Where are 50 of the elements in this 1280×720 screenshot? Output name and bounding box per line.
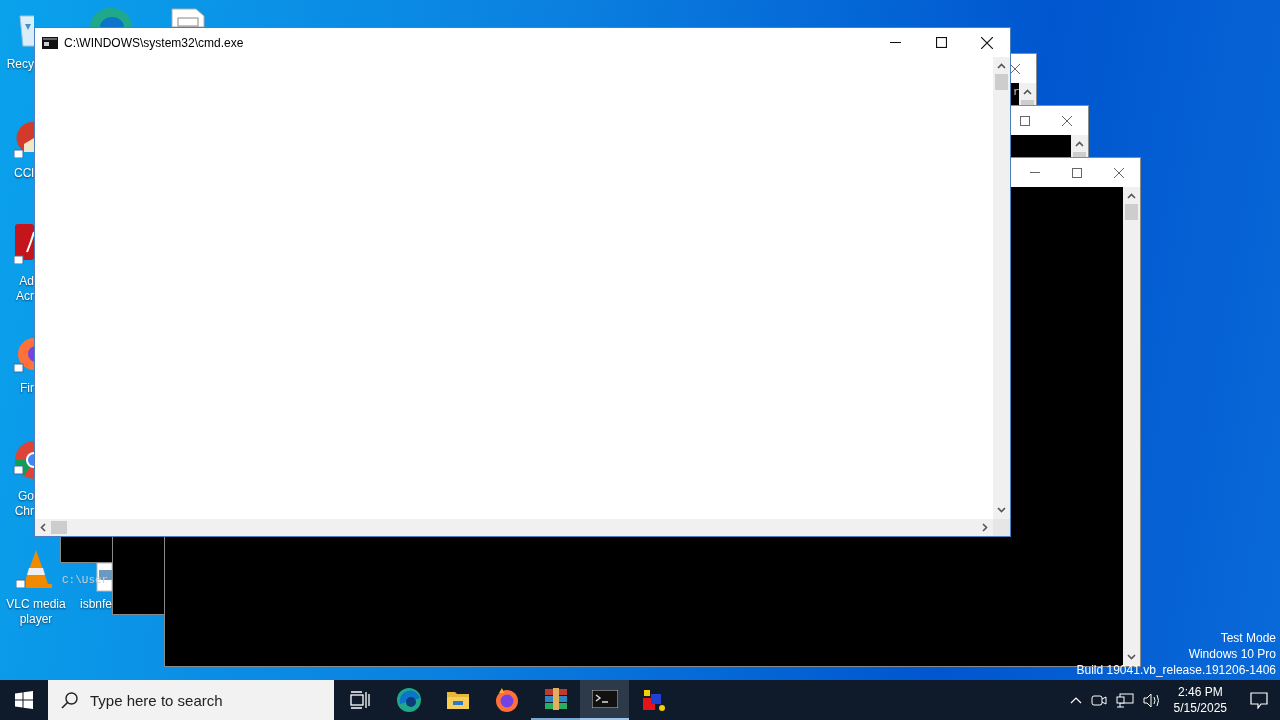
camera-icon[interactable] <box>1090 693 1107 707</box>
icon-label: CCl <box>14 166 34 181</box>
console-text: r <box>1013 85 1020 100</box>
notification-icon[interactable] <box>1250 691 1268 709</box>
scroll-right-icon[interactable] <box>982 523 988 532</box>
system-notice-text: Windows 10 Pro <box>1188 646 1276 662</box>
icon-label: player <box>18 612 54 627</box>
search-icon <box>61 691 78 709</box>
icon-label: Fir <box>20 381 34 396</box>
icon-label: Ad <box>19 274 34 289</box>
icon-label: Chr <box>14 504 34 519</box>
network-icon[interactable] <box>1115 692 1134 708</box>
scrollbar[interactable] <box>35 519 993 536</box>
window-title: C:\WINDOWS\system32\cmd.exe <box>64 35 244 50</box>
scroll-down-icon[interactable] <box>1127 654 1136 660</box>
icon-label: VLC media <box>5 597 67 612</box>
console-icon <box>42 36 58 49</box>
icon-label: Go <box>18 489 34 504</box>
start-button[interactable] <box>15 691 33 709</box>
search-field[interactable]: Type here to search <box>90 691 310 709</box>
scroll-thumb[interactable] <box>1125 204 1138 220</box>
scroll-thumb[interactable] <box>51 521 67 534</box>
system-notice-text: Build 19041.vb_release.191206-1406 <box>1076 662 1276 678</box>
minimize-button[interactable] <box>889 42 901 43</box>
icon-label: Acr <box>16 289 34 304</box>
system-notice-text: Test Mode <box>1220 630 1276 646</box>
scroll-up-icon[interactable] <box>997 63 1006 69</box>
scrollbar[interactable] <box>993 57 1010 519</box>
document-icon[interactable] <box>170 8 206 27</box>
search-bar[interactable]: Type here to search <box>48 680 334 720</box>
scrollbar-corner <box>993 519 1010 536</box>
console-icon[interactable] <box>580 680 629 720</box>
scroll-thumb[interactable] <box>995 74 1008 90</box>
scroll-thumb[interactable] <box>1073 152 1086 157</box>
scroll-left-icon[interactable] <box>40 523 46 532</box>
clock-time[interactable]: 2:46 PM <box>1177 684 1223 700</box>
scroll-thumb[interactable] <box>1021 100 1034 105</box>
close-button[interactable] <box>981 36 993 49</box>
scroll-up-icon[interactable] <box>1075 141 1084 147</box>
scroll-up-icon[interactable] <box>1023 89 1032 95</box>
chevron-up-icon[interactable] <box>1069 696 1082 704</box>
scrollbar[interactable] <box>1123 187 1140 666</box>
maximize-button[interactable] <box>935 37 947 48</box>
icon-label: Recy <box>6 57 34 72</box>
scroll-down-icon[interactable] <box>997 507 1006 513</box>
clock-date[interactable]: 5/15/2025 <box>1173 700 1227 716</box>
icon-label: isbnfe <box>80 597 113 612</box>
acrobat-icon[interactable] <box>14 224 34 264</box>
scroll-up-icon[interactable] <box>1127 193 1136 199</box>
volume-icon[interactable] <box>1142 692 1161 708</box>
